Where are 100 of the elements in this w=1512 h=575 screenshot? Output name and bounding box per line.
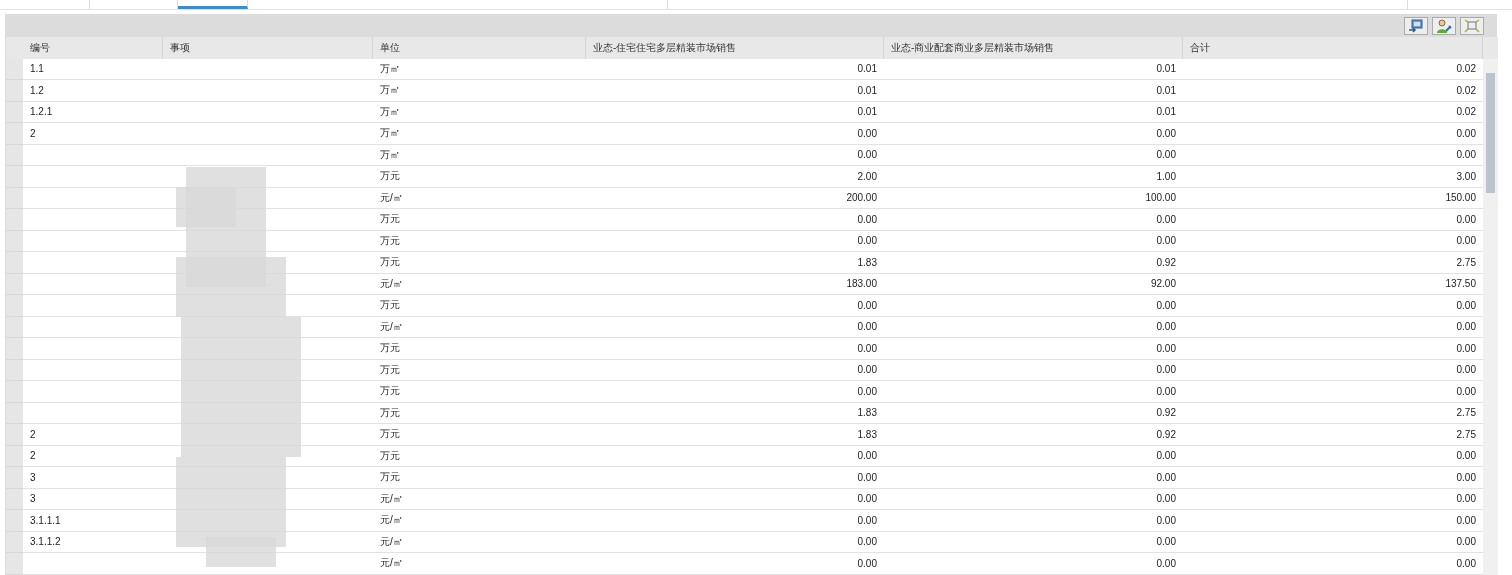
row-header[interactable] (6, 553, 23, 575)
table-cell: 0.00 (586, 295, 884, 317)
row-header[interactable] (6, 510, 23, 532)
table-cell: 100.00 (884, 187, 1183, 209)
row-header[interactable] (6, 209, 23, 231)
row-header[interactable] (6, 402, 23, 424)
table-cell: 3.00 (1183, 166, 1483, 188)
table-cell: 0.00 (586, 445, 884, 467)
column-header[interactable]: 编号 (23, 37, 163, 59)
row-header[interactable] (6, 273, 23, 295)
column-header[interactable]: 事项 (163, 37, 373, 59)
table-cell: 万元 (373, 252, 586, 274)
table-cell: 0.02 (1183, 101, 1483, 123)
row-header[interactable] (6, 58, 23, 80)
table-cell: 0.00 (1183, 381, 1483, 403)
row-header[interactable] (6, 144, 23, 166)
table-cell: 0.00 (586, 553, 884, 575)
table-cell: 元/㎡ (373, 488, 586, 510)
table-cell: 万元 (373, 338, 586, 360)
table-cell: 0.00 (586, 230, 884, 252)
table-cell: 1.83 (586, 252, 884, 274)
row-header[interactable] (6, 230, 23, 252)
row-header[interactable] (6, 123, 23, 145)
table-cell: 万㎡ (373, 144, 586, 166)
table-cell: 0.92 (884, 252, 1183, 274)
table-cell: 0.01 (884, 80, 1183, 102)
table-cell: 0.92 (884, 402, 1183, 424)
table-cell: 万元 (373, 381, 586, 403)
table-cell: 183.00 (586, 273, 884, 295)
table-cell: 2 (23, 424, 163, 446)
table-cell: 0.00 (1183, 510, 1483, 532)
table-cell: 0.00 (884, 531, 1183, 553)
column-header[interactable]: 单位 (373, 37, 586, 59)
user-settings-button[interactable] (1432, 17, 1456, 35)
table-cell: 万元 (373, 445, 586, 467)
table-cell: 1.83 (586, 424, 884, 446)
row-header[interactable] (6, 488, 23, 510)
row-header[interactable] (6, 295, 23, 317)
table-cell: 元/㎡ (373, 187, 586, 209)
table-cell: 万元 (373, 359, 586, 381)
row-header[interactable] (6, 316, 23, 338)
table-cell: 0.00 (884, 445, 1183, 467)
table-cell: 元/㎡ (373, 553, 586, 575)
table-cell: 0.00 (1183, 230, 1483, 252)
table-cell: 万元 (373, 467, 586, 489)
table-cell: 万㎡ (373, 58, 586, 80)
table-cell: 0.02 (1183, 80, 1483, 102)
row-header[interactable] (6, 166, 23, 188)
column-header[interactable]: 合计 (1183, 37, 1483, 59)
table-cell: 3.1.1.2 (23, 531, 163, 553)
table-cell: 元/㎡ (373, 273, 586, 295)
row-header[interactable] (6, 381, 23, 403)
table-cell: 0.00 (884, 338, 1183, 360)
row-header[interactable] (6, 359, 23, 381)
row-header[interactable] (6, 338, 23, 360)
row-header[interactable] (6, 80, 23, 102)
table-cell: 0.92 (884, 424, 1183, 446)
table-cell: 0.00 (1183, 209, 1483, 231)
table-cell: 2.75 (1183, 424, 1483, 446)
table-cell: 0.00 (1183, 467, 1483, 489)
table-cell: 0.00 (1183, 338, 1483, 360)
table-cell: 元/㎡ (373, 316, 586, 338)
table-cell: 万㎡ (373, 80, 586, 102)
table-cell: 0.00 (884, 381, 1183, 403)
row-header[interactable] (6, 101, 23, 123)
table-cell: 0.00 (1183, 553, 1483, 575)
row-header[interactable] (6, 187, 23, 209)
table-cell: 0.00 (1183, 295, 1483, 317)
table-cell: 0.00 (884, 359, 1183, 381)
fit-button[interactable] (1460, 17, 1484, 35)
table-cell: 0.01 (884, 58, 1183, 80)
table-cell: 2.75 (1183, 252, 1483, 274)
table-cell: 0.00 (586, 381, 884, 403)
table-cell: 0.00 (884, 510, 1183, 532)
scrollbar-thumb[interactable] (1486, 72, 1495, 193)
row-header[interactable] (6, 531, 23, 553)
table-cell: 万元 (373, 230, 586, 252)
table-cell: 万㎡ (373, 123, 586, 145)
table-cell: 0.01 (586, 101, 884, 123)
table-cell: 0.00 (586, 510, 884, 532)
row-header[interactable] (6, 445, 23, 467)
column-header[interactable]: 业态-住宅住宅多层精装市场销售 (586, 37, 884, 59)
table-cell: 200.00 (586, 187, 884, 209)
table-cell: 0.00 (884, 467, 1183, 489)
table-cell: 3 (23, 467, 163, 489)
tab[interactable] (178, 0, 248, 9)
row-header[interactable] (6, 252, 23, 274)
export-button[interactable] (1404, 17, 1428, 35)
table-cell: 150.00 (1183, 187, 1483, 209)
row-header[interactable] (6, 467, 23, 489)
column-header[interactable]: 业态-商业配套商业多层精装市场销售 (884, 37, 1183, 59)
scrollbar[interactable] (1483, 58, 1498, 575)
table-cell: 万元 (373, 295, 586, 317)
table-cell: 0.00 (884, 230, 1183, 252)
row-header[interactable] (6, 424, 23, 446)
table-cell: 元/㎡ (373, 510, 586, 532)
table-cell: 0.00 (884, 209, 1183, 231)
table-cell: 0.00 (1183, 316, 1483, 338)
table-cell: 0.00 (884, 488, 1183, 510)
table-cell: 0.00 (884, 123, 1183, 145)
